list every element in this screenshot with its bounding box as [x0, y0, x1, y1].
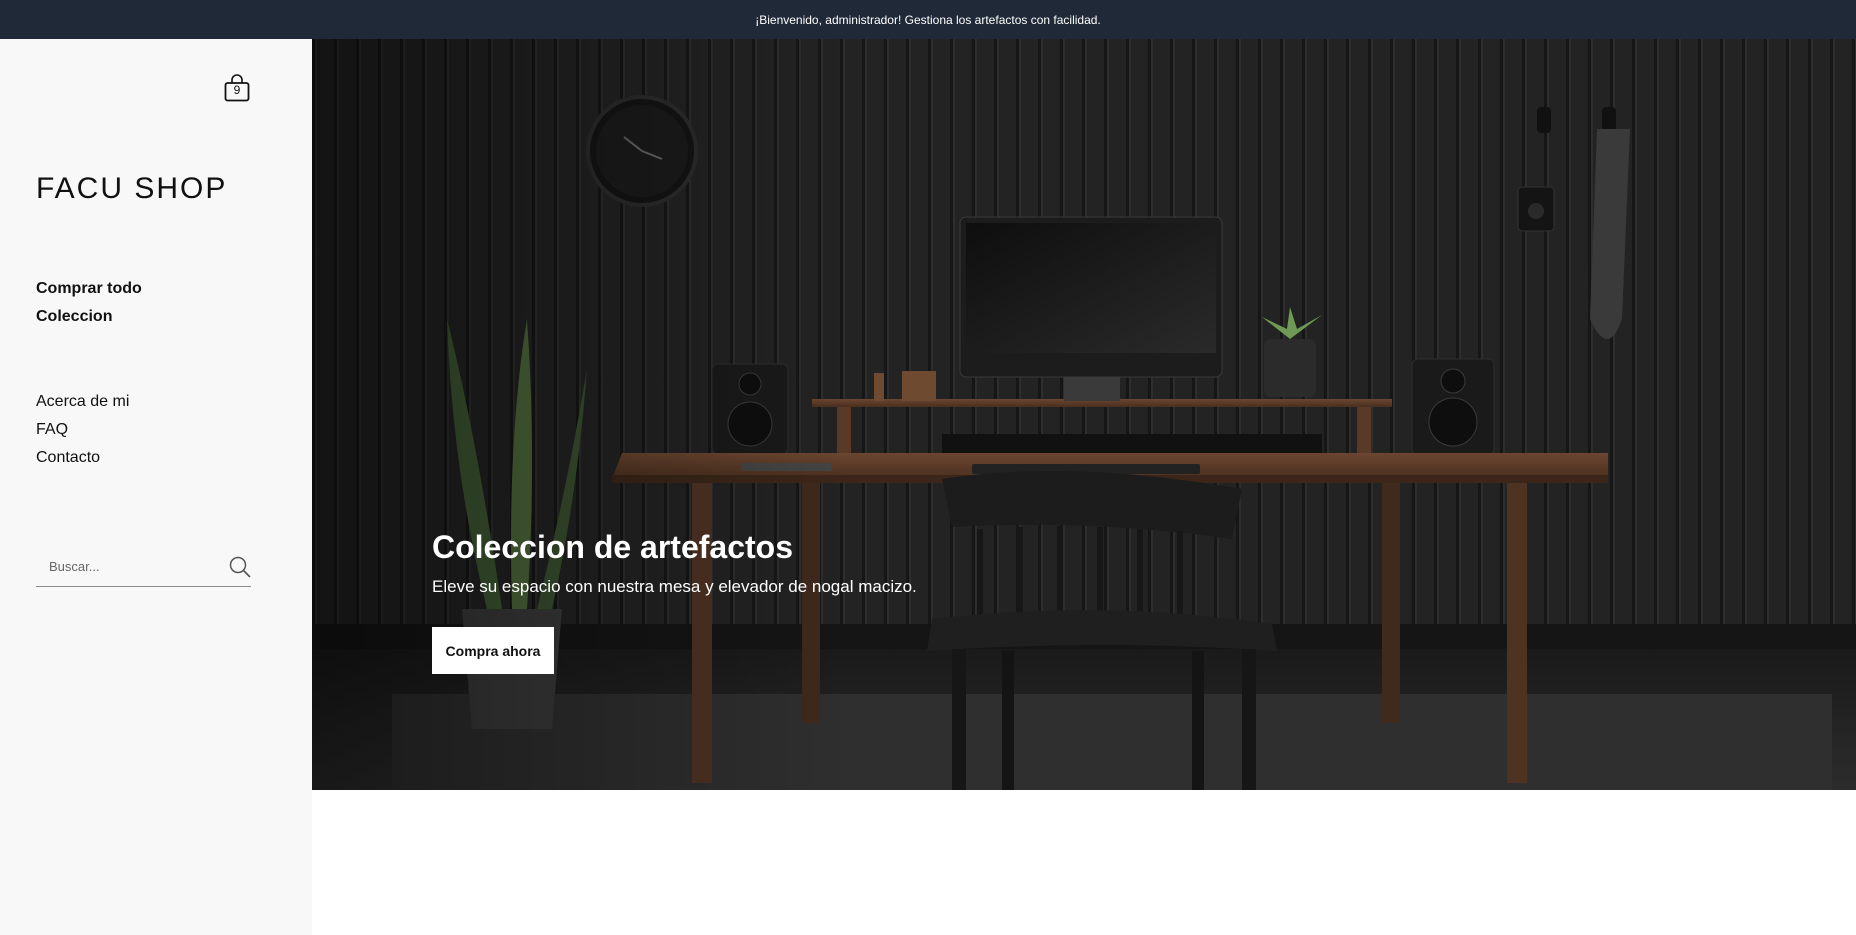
search-button[interactable] [229, 556, 251, 578]
brand-logo[interactable]: FACU SHOP [36, 172, 227, 206]
nav-item-comprar-todo[interactable]: Comprar todo [36, 275, 142, 303]
hero-background-image [312, 39, 1856, 790]
nav-item-contacto[interactable]: Contacto [36, 444, 129, 472]
hero-banner: Coleccion de artefactos Eleve su espacio… [312, 39, 1856, 790]
cart-count-badge: 9 [233, 83, 241, 97]
nav-item-faq[interactable]: FAQ [36, 416, 129, 444]
hero-subtitle: Eleve su espacio con nuestra mesa y elev… [432, 577, 917, 596]
announcement-bar: ¡Bienvenido, administrador! Gestiona los… [0, 0, 1856, 39]
secondary-nav: Acerca de mi FAQ Contacto [36, 388, 129, 472]
sidebar: 9 FACU SHOP Comprar todo Coleccion Acerc… [0, 39, 312, 935]
search-box [36, 545, 251, 587]
search-input[interactable] [36, 545, 216, 587]
search-icon [229, 556, 251, 578]
cart-button[interactable]: 9 [224, 74, 250, 102]
shop-now-button[interactable]: Compra ahora [432, 627, 554, 674]
announcement-text: ¡Bienvenido, administrador! Gestiona los… [755, 12, 1101, 27]
nav-item-acerca-de-mi[interactable]: Acerca de mi [36, 388, 129, 416]
primary-nav: Comprar todo Coleccion [36, 275, 142, 331]
hero-title: Coleccion de artefactos [432, 529, 793, 565]
nav-item-coleccion[interactable]: Coleccion [36, 303, 142, 331]
